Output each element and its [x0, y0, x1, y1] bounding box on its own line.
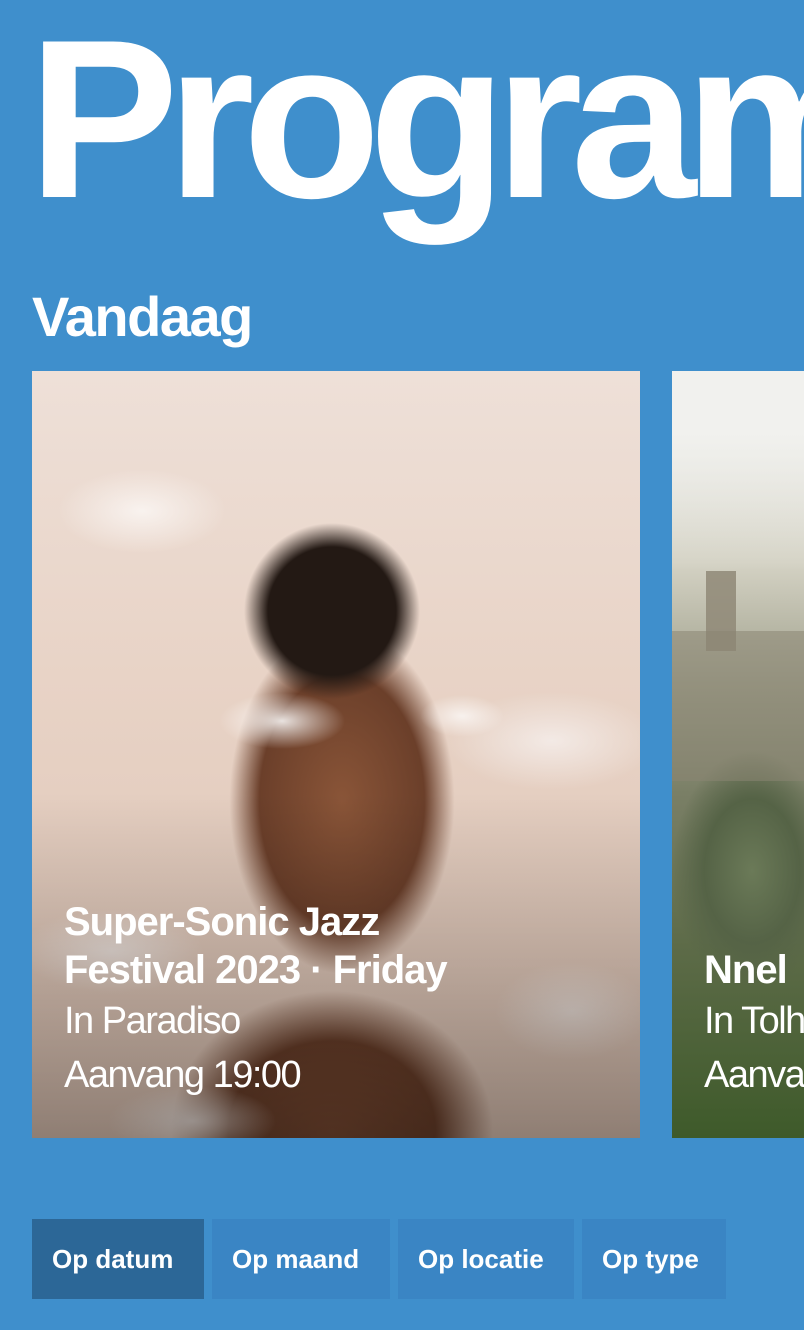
event-location: In Paradiso [64, 1000, 241, 1042]
filter-by-location-button[interactable]: Op locatie [398, 1219, 574, 1299]
filter-by-type-button[interactable]: Op type [582, 1219, 726, 1299]
event-card[interactable]: Super-Sonic Jazz Festival 2023 · Friday … [32, 371, 640, 1138]
event-location: In Tolh [704, 1000, 804, 1042]
section-title-today: Vandaag [32, 285, 253, 348]
filter-by-month-button[interactable]: Op maand [212, 1219, 390, 1299]
event-card[interactable]: Nnel In Tolh Aanva [672, 371, 804, 1138]
event-card-text: Super-Sonic Jazz Festival 2023 · Friday … [64, 898, 630, 1102]
event-card-text: Nnel In Tolh Aanva [704, 946, 804, 1102]
event-start-time: Aanva [704, 1054, 804, 1096]
event-start-time: Aanvang 19:00 [64, 1054, 302, 1096]
page: Program Vandaag Super-Sonic Jazz Festiva… [0, 0, 804, 1330]
filter-bar: Op datum Op maand Op locatie Op type [32, 1219, 726, 1299]
page-title: Program [28, 0, 804, 245]
event-title: Nnel [704, 948, 788, 992]
filter-by-date-button[interactable]: Op datum [32, 1219, 204, 1299]
event-title: Super-Sonic Jazz Festival 2023 · Friday [64, 900, 448, 992]
